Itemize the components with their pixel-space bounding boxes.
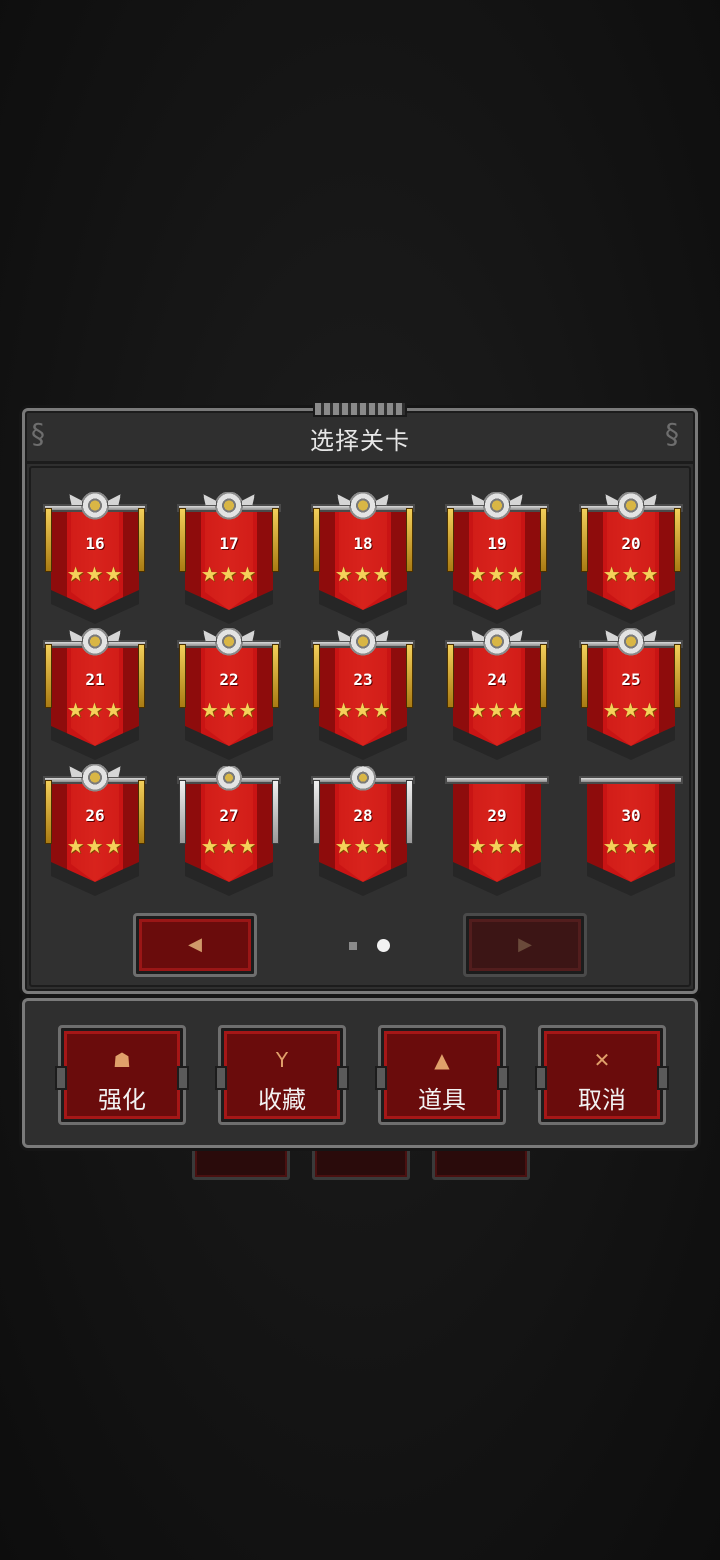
slime-icon: ☗	[113, 1048, 131, 1072]
star-rating: ★★★	[468, 698, 526, 722]
star-rating: ★★★	[334, 834, 392, 858]
level-grid-panel: 16 ★★★ 17 ★★★ 18 ★★★ 19 ★★★ 20 ★★★ 21 ★★…	[29, 466, 691, 987]
winged-shield-icon	[213, 628, 245, 658]
previous-page-button[interactable]: ◀	[133, 913, 257, 977]
winged-shield-icon	[79, 628, 111, 658]
upgrade-button[interactable]: ☗ 强化	[55, 1025, 189, 1125]
page-dot-1	[349, 942, 357, 950]
collection-label: 收藏	[258, 1086, 306, 1114]
winged-shield-icon	[481, 628, 513, 658]
page-indicator	[343, 938, 391, 954]
level-number: 26	[85, 806, 105, 825]
star-rating: ★★★	[468, 562, 526, 586]
level-banner-27[interactable]: 27 ★★★	[177, 766, 281, 896]
potion-flask-icon: ▲	[434, 1048, 450, 1072]
level-banner-29[interactable]: 29 ★★★	[445, 766, 549, 896]
level-banner-16[interactable]: 16 ★★★	[43, 492, 147, 624]
dialog-header: § 选择关卡 §	[25, 401, 695, 464]
winged-shield-icon	[79, 764, 111, 794]
collection-button[interactable]: Y 收藏	[215, 1025, 349, 1125]
action-bar: ☗ 强化 Y 收藏 ▲ 道具 ✕ 取消	[22, 998, 698, 1148]
star-rating: ★★★	[66, 698, 124, 722]
star-rating: ★★★	[200, 698, 258, 722]
star-rating: ★★★	[334, 562, 392, 586]
items-label: 道具	[418, 1086, 466, 1114]
next-page-button[interactable]: ▶	[463, 913, 587, 977]
level-banner-28[interactable]: 28 ★★★	[311, 766, 415, 896]
scroll-ornament-right-icon: §	[665, 417, 679, 450]
level-number: 23	[353, 670, 373, 689]
star-rating: ★★★	[66, 562, 124, 586]
level-banner-21[interactable]: 21 ★★★	[43, 628, 147, 760]
star-rating: ★★★	[602, 562, 660, 586]
level-number: 18	[353, 534, 373, 553]
level-banner-23[interactable]: 23 ★★★	[311, 628, 415, 760]
header-ornament	[313, 401, 407, 417]
level-banner-17[interactable]: 17 ★★★	[177, 492, 281, 624]
level-number: 30	[621, 806, 641, 825]
cancel-button[interactable]: ✕ 取消	[535, 1025, 669, 1125]
winged-shield-icon	[347, 492, 379, 522]
level-number: 24	[487, 670, 507, 689]
level-banner-30[interactable]: 30 ★★★	[579, 766, 683, 896]
shield-icon	[215, 766, 243, 792]
star-rating: ★★★	[602, 698, 660, 722]
winged-shield-icon	[347, 628, 379, 658]
winged-shield-icon	[213, 492, 245, 522]
winged-shield-icon	[615, 628, 647, 658]
level-number: 28	[353, 806, 373, 825]
star-rating: ★★★	[602, 834, 660, 858]
level-number: 19	[487, 534, 507, 553]
star-rating: ★★★	[66, 834, 124, 858]
winged-shield-icon	[79, 492, 111, 522]
level-number: 25	[621, 670, 641, 689]
level-banner-24[interactable]: 24 ★★★	[445, 628, 549, 760]
upgrade-label: 强化	[98, 1086, 146, 1114]
arrow-right-icon: ▶	[518, 934, 532, 955]
level-banner-25[interactable]: 25 ★★★	[579, 628, 683, 760]
star-rating: ★★★	[200, 562, 258, 586]
close-icon: ✕	[593, 1048, 611, 1072]
level-number: 17	[219, 534, 239, 553]
level-banner-22[interactable]: 22 ★★★	[177, 628, 281, 760]
level-select-screen: § 选择关卡 § 16 ★★★ 17 ★★★ 18 ★★★ 19 ★★★ 20 …	[0, 0, 720, 1560]
level-number: 16	[85, 534, 105, 553]
star-rating: ★★★	[334, 698, 392, 722]
arrow-left-icon: ◀	[188, 934, 202, 955]
level-number: 27	[219, 806, 239, 825]
page-dot-2-active	[377, 939, 390, 952]
level-banner-18[interactable]: 18 ★★★	[311, 492, 415, 624]
level-banner-26[interactable]: 26 ★★★	[43, 764, 147, 896]
goblet-icon: Y	[275, 1048, 289, 1072]
level-grid: 16 ★★★ 17 ★★★ 18 ★★★ 19 ★★★ 20 ★★★ 21 ★★…	[43, 492, 683, 904]
star-rating: ★★★	[468, 834, 526, 858]
level-number: 29	[487, 806, 507, 825]
dialog-title: 选择关卡	[310, 427, 410, 455]
level-banner-19[interactable]: 19 ★★★	[445, 492, 549, 624]
cancel-label: 取消	[578, 1086, 626, 1114]
winged-shield-icon	[615, 492, 647, 522]
level-banner-20[interactable]: 20 ★★★	[579, 492, 683, 624]
winged-shield-icon	[481, 492, 513, 522]
level-number: 22	[219, 670, 239, 689]
items-button[interactable]: ▲ 道具	[375, 1025, 509, 1125]
shield-icon	[349, 766, 377, 792]
level-number: 20	[621, 534, 641, 553]
level-number: 21	[85, 670, 105, 689]
level-select-dialog: § 选择关卡 § 16 ★★★ 17 ★★★ 18 ★★★ 19 ★★★ 20 …	[22, 401, 698, 994]
star-rating: ★★★	[200, 834, 258, 858]
